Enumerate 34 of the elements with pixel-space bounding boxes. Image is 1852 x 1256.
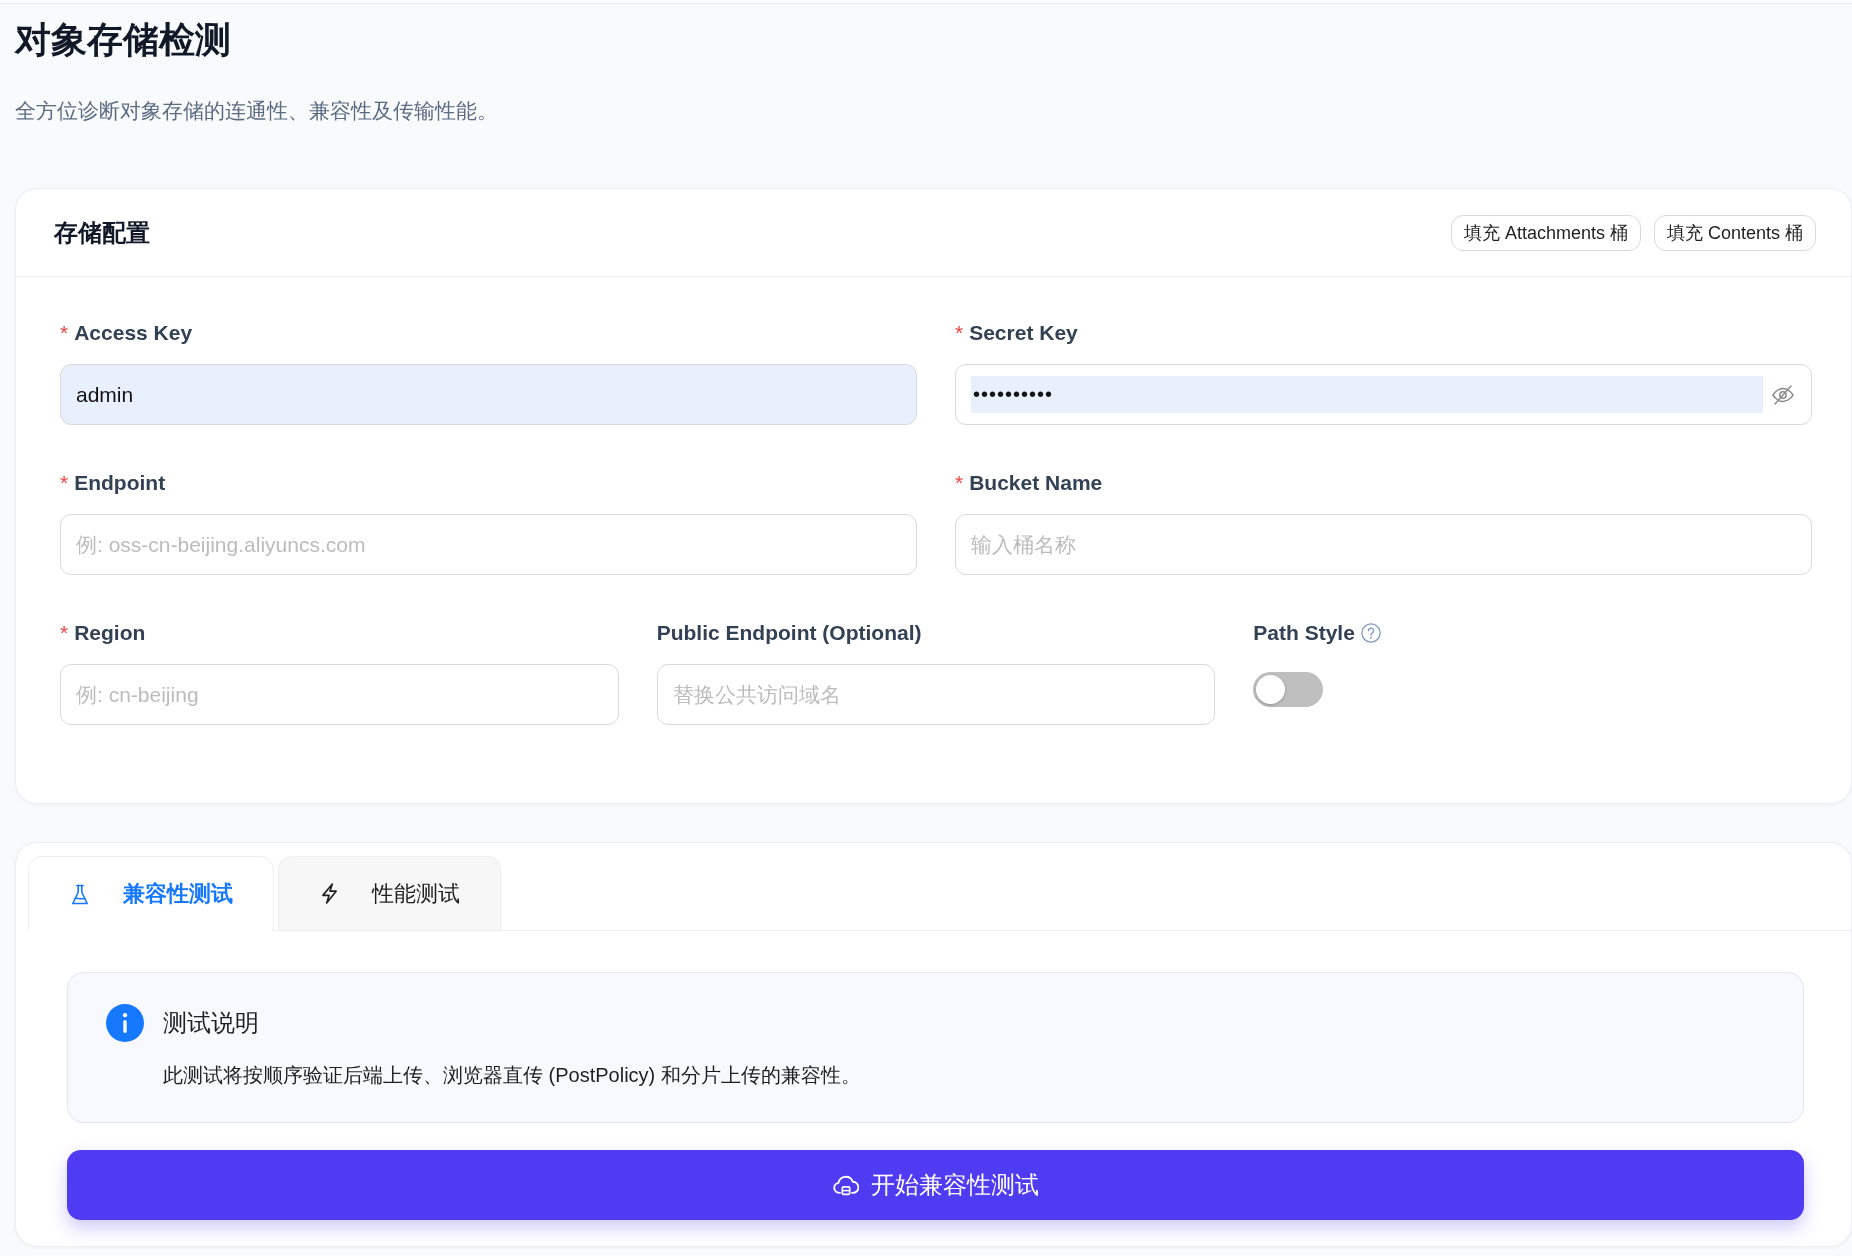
start-test-button[interactable]: 开始兼容性测试 xyxy=(67,1150,1804,1220)
card-title: 存储配置 xyxy=(54,217,150,248)
toggle-switch[interactable] xyxy=(1253,672,1324,707)
required-mark: * xyxy=(60,620,69,646)
notice-text: 此测试将按顺序验证后端上传、浏览器直传 (PostPolicy) 和分片上传的兼容性。 xyxy=(163,1063,861,1088)
required-mark: * xyxy=(60,470,69,496)
text-field[interactable]: 替换公共访问域名 xyxy=(656,664,1216,725)
tab[interactable]: 性能测试 xyxy=(278,856,501,930)
fill-bucket-button[interactable]: 填充 Attachments 桶 xyxy=(1450,214,1641,251)
lightning-icon xyxy=(321,883,338,904)
field-label: Endpoint xyxy=(74,470,166,496)
required-mark: * xyxy=(955,470,964,496)
text-field[interactable]: 例: oss-cn-beijing.aliyuncs.com xyxy=(60,514,917,575)
password-field[interactable]: •••••••••• xyxy=(955,364,1812,425)
notice-title: 测试说明 xyxy=(163,1008,259,1038)
page-title: 对象存储检测 xyxy=(15,18,231,62)
text-field[interactable]: admin xyxy=(60,364,917,425)
field-label: Access Key xyxy=(74,320,193,346)
text-field[interactable]: 输入桶名称 xyxy=(955,514,1812,575)
field-label: Path Style xyxy=(1253,620,1355,646)
tab[interactable]: 兼容性测试 xyxy=(28,856,274,931)
field-label: Public Endpoint (Optional) xyxy=(656,620,922,646)
text-field[interactable]: 例: cn-beijing xyxy=(60,664,619,725)
required-mark: * xyxy=(955,320,964,346)
flask-icon xyxy=(71,883,89,905)
field-label: Region xyxy=(74,620,146,646)
page-subtitle: 全方位诊断对象存储的连通性、兼容性及传输性能。 xyxy=(15,98,498,124)
eye-slash-icon[interactable] xyxy=(1772,384,1794,405)
field-label: Bucket Name xyxy=(969,470,1103,496)
field-label: Secret Key xyxy=(969,320,1078,346)
required-mark: * xyxy=(60,320,69,346)
fill-bucket-button[interactable]: 填充 Contents 桶 xyxy=(1653,214,1816,251)
cloud-upload-icon xyxy=(832,1174,859,1196)
info-icon xyxy=(106,1004,144,1042)
